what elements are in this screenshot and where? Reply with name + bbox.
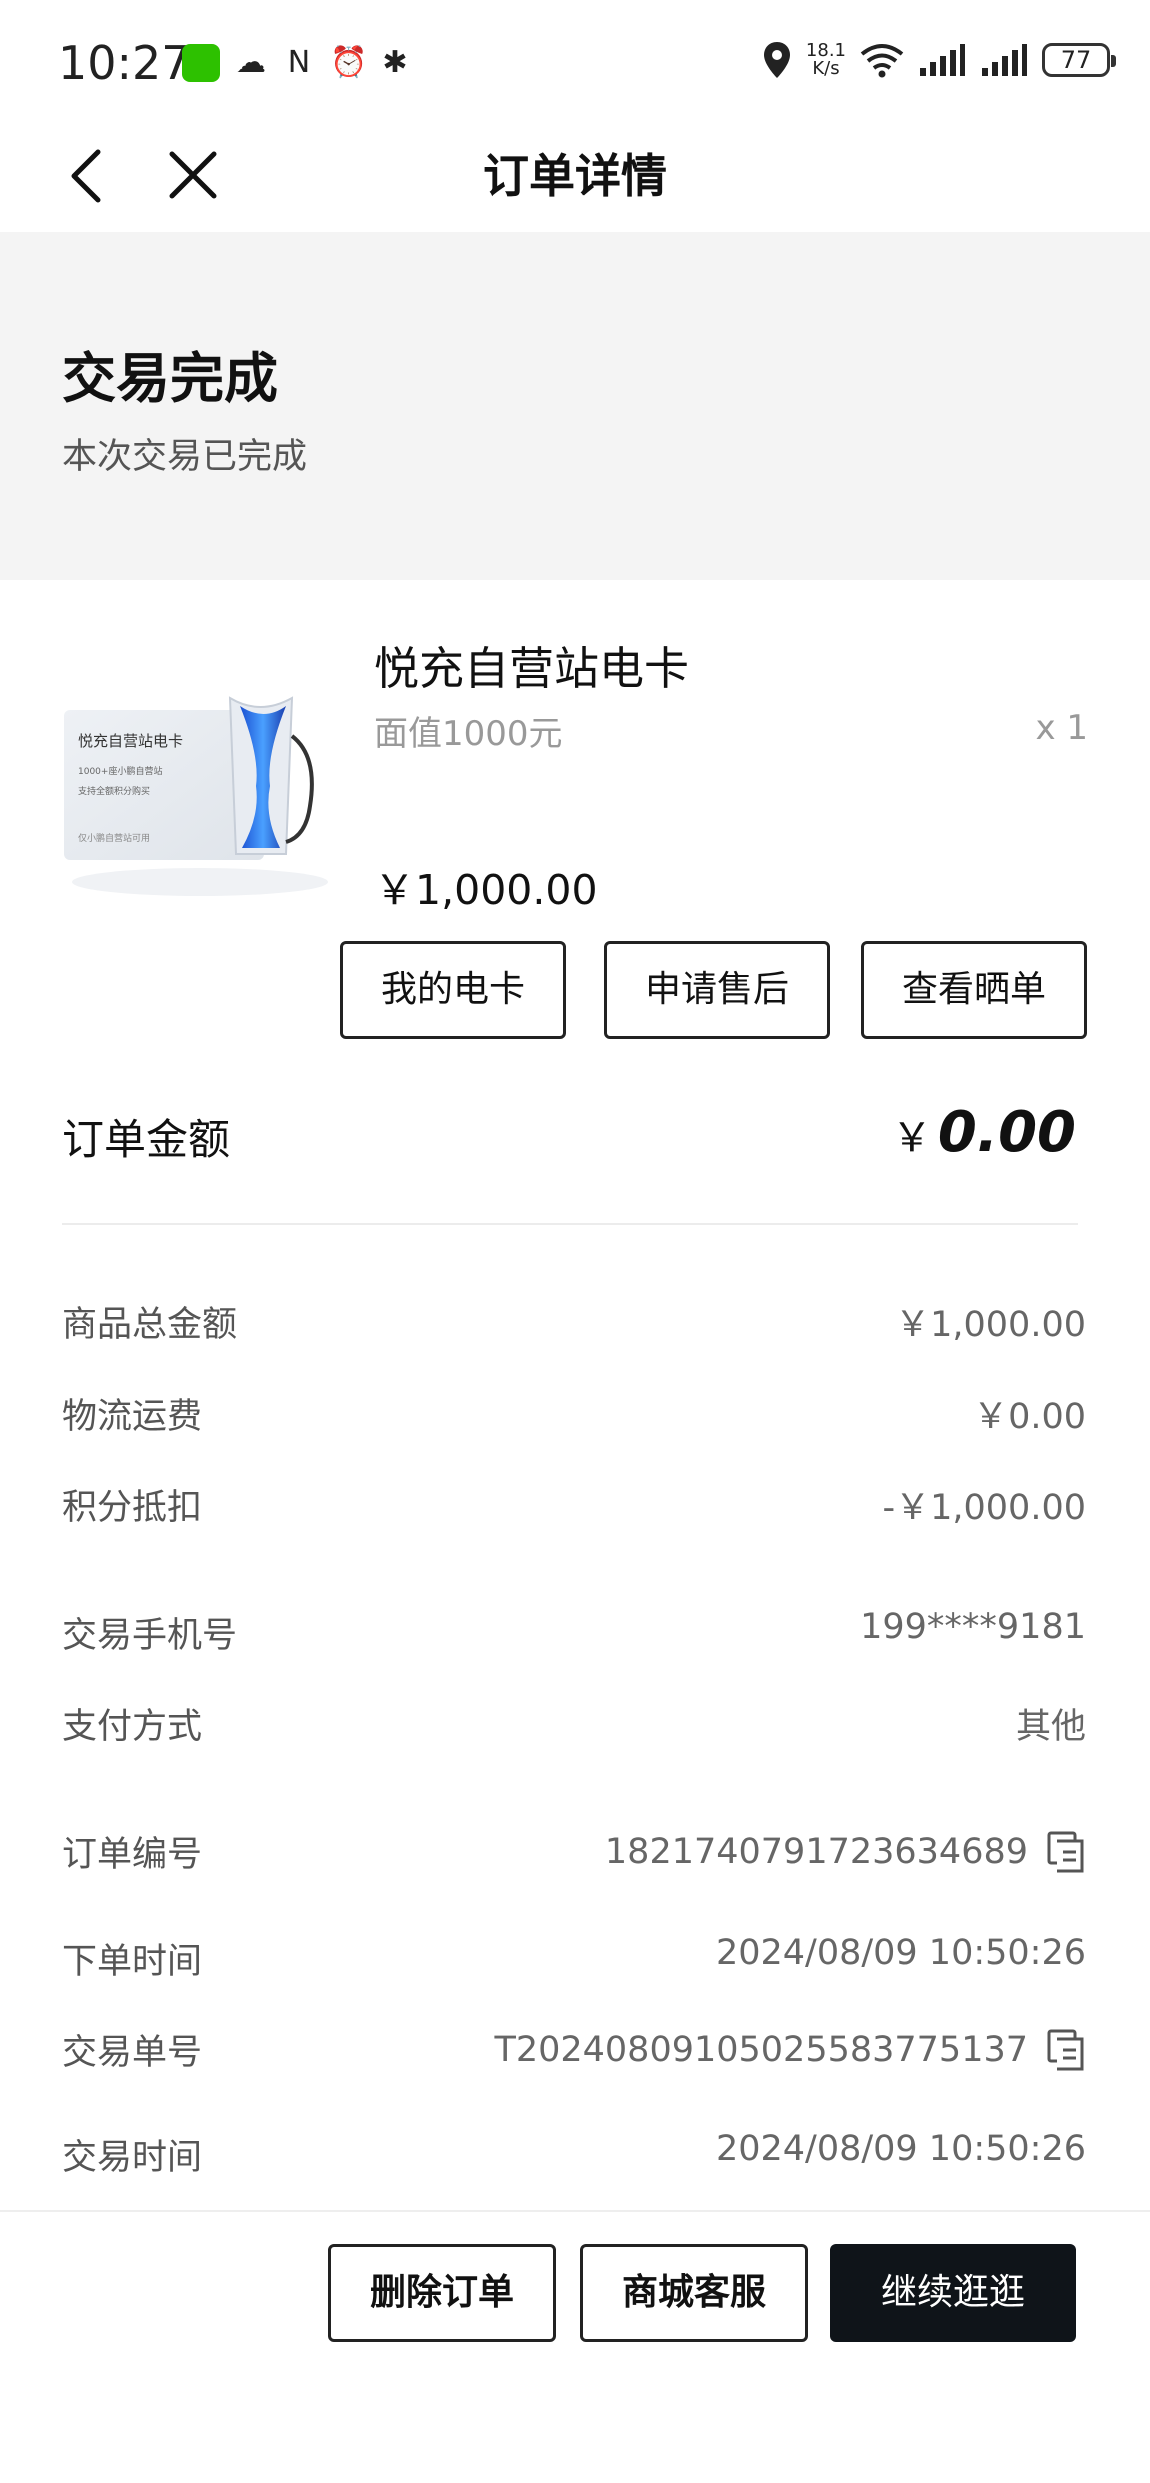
- status-time: 10:27: [58, 36, 191, 90]
- page-title: 订单详情: [483, 149, 667, 203]
- product-spec: 面值1000元: [374, 714, 563, 754]
- network-speed: 18.1 K/s: [805, 40, 846, 79]
- status-left-icons: ☁ N ⏰ ✱: [182, 44, 412, 82]
- svg-text:支持全额积分购买: 支持全额积分购买: [78, 785, 150, 797]
- battery-icon: 77: [1042, 43, 1116, 77]
- product-price: ￥1,000.00: [374, 866, 598, 914]
- payment-method-label: 支付方式: [62, 1707, 203, 1747]
- order-number-label: 订单编号: [62, 1835, 203, 1875]
- copy-icon[interactable]: [1046, 1830, 1086, 1874]
- svg-text:仅小鹏自营站可用: 仅小鹏自营站可用: [78, 832, 150, 844]
- copy-icon[interactable]: [1046, 2028, 1086, 2072]
- product-name[interactable]: 悦充自营站电卡: [374, 632, 689, 697]
- product-image[interactable]: 悦充自营站电卡 1000+座小鹏自营站 支持全额积分购买 仅小鹏自营站可用: [60, 676, 336, 916]
- transaction-number-label: 交易单号: [62, 2033, 203, 2073]
- nfc-icon: N: [287, 45, 311, 80]
- status-right-icons: 18.1 K/s 77: [762, 40, 1116, 80]
- alarm-icon: ⏰: [330, 45, 368, 80]
- goods-total-value: ￥1,000.00: [895, 1305, 1086, 1345]
- delete-order-button[interactable]: 删除订单: [328, 2244, 556, 2342]
- divider: [62, 1223, 1078, 1225]
- order-number-value: 1821740791723634689: [605, 1830, 1086, 1874]
- goods-total-label: 商品总金额: [62, 1305, 238, 1345]
- order-status-subtitle: 本次交易已完成: [62, 437, 308, 477]
- after-sales-button[interactable]: 申请售后: [604, 941, 830, 1039]
- my-card-button[interactable]: 我的电卡: [340, 941, 566, 1039]
- bottom-bar-divider: [0, 2210, 1150, 2212]
- order-time-label: 下单时间: [62, 1942, 203, 1982]
- signal-icon: [982, 44, 1027, 76]
- points-deduction-label: 积分抵扣: [62, 1488, 203, 1528]
- location-icon: [763, 42, 790, 78]
- signal-icon: [920, 44, 965, 76]
- transaction-time-label: 交易时间: [62, 2138, 203, 2178]
- phone-label: 交易手机号: [62, 1616, 238, 1656]
- transaction-number-value: T20240809105025583775137: [494, 2028, 1086, 2072]
- weather-icon: ☁: [236, 45, 266, 80]
- points-deduction-value: -￥1,000.00: [882, 1488, 1087, 1528]
- continue-shopping-button[interactable]: 继续逛逛: [830, 2244, 1076, 2342]
- svg-text:1000+座小鹏自营站: 1000+座小鹏自营站: [78, 765, 162, 777]
- customer-service-button[interactable]: 商城客服: [580, 2244, 808, 2342]
- phone-value: 199****9181: [860, 1607, 1086, 1647]
- view-review-button[interactable]: 查看晒单: [861, 941, 1087, 1039]
- order-amount-value: ￥ 0.00: [891, 1100, 1076, 1165]
- product-quantity: x 1: [1035, 708, 1088, 748]
- wechat-icon: [182, 44, 220, 82]
- payment-method-value: 其他: [1015, 1707, 1086, 1747]
- order-time-value: 2024/08/09 10:50:26: [715, 1933, 1086, 1973]
- product-image-caption: 悦充自营站电卡: [78, 732, 183, 750]
- transaction-time-value: 2024/08/09 10:50:26: [715, 2129, 1086, 2169]
- bluetooth-icon: ✱: [382, 45, 408, 80]
- wifi-icon: [860, 44, 904, 78]
- shipping-fee-value: ￥0.00: [973, 1397, 1086, 1437]
- order-status-title: 交易完成: [62, 347, 278, 410]
- shipping-fee-label: 物流运费: [62, 1397, 203, 1437]
- order-amount-label: 订单金额: [62, 1115, 231, 1164]
- currency-symbol: ￥: [891, 1115, 932, 1161]
